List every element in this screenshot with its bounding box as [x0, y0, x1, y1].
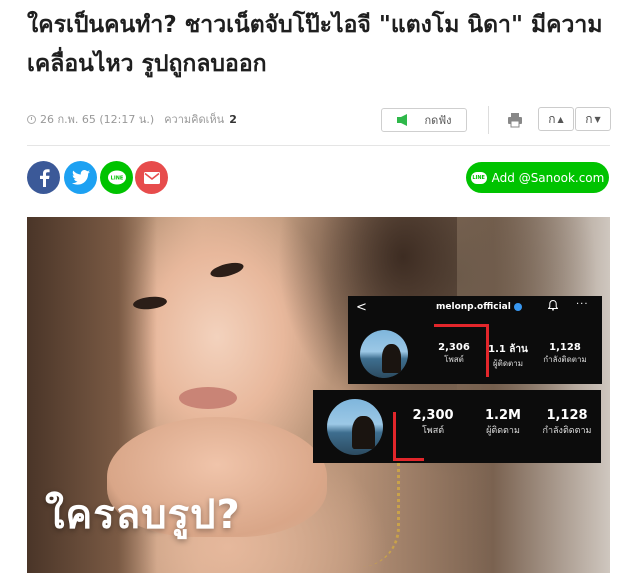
listen-button[interactable]: กดฟัง [381, 108, 467, 132]
comments-label[interactable]: ความคิดเห็น [164, 110, 224, 128]
article-date: 26 ก.พ. 65 (12:17 น.) [40, 113, 155, 126]
line-icon: LINE [470, 171, 487, 184]
add-line-label: Add @Sanook.com [491, 170, 605, 185]
mail-icon [143, 171, 160, 184]
article-title: ใครเป็นคนทำ? ชาวเน็ตจับโป๊ะไอจี "แตงโม น… [27, 12, 603, 77]
add-line-friend-button[interactable]: LINE Add @Sanook.com [466, 162, 609, 193]
line-icon: LINE [107, 170, 126, 184]
facebook-share-button[interactable] [27, 161, 60, 194]
instagram-profile-after: 2,300 โพสต์ 1.2M ผู้ติดตาม 1,128 กำลังติ… [313, 390, 601, 463]
more-icon: ··· [576, 299, 589, 310]
lips-shape [179, 387, 237, 409]
necklace-shape [357, 457, 400, 567]
font-smaller-button[interactable]: ก ▼ [575, 107, 611, 131]
ig-followers-stat: 1.1 ล้าน ผู้ติดตาม [486, 342, 530, 370]
listen-label: กดฟัง [424, 114, 452, 127]
ig-followers-stat: 1.2M ผู้ติดตาม [473, 408, 533, 437]
instagram-profile-before: < melonp.official ··· 2,306 โพสต์ 1.1 ล้… [348, 296, 602, 384]
eye-shape [209, 260, 245, 280]
font-larger-button[interactable]: ก ▲ [538, 107, 574, 131]
email-share-button[interactable] [135, 161, 168, 194]
ig-avatar [360, 330, 408, 378]
ig-following-label: กำลังติดตาม [542, 426, 592, 436]
verified-badge-icon [513, 302, 522, 311]
comments-count[interactable]: 2 [229, 113, 237, 126]
print-icon[interactable] [507, 112, 523, 128]
twitter-share-button[interactable] [64, 161, 97, 194]
hero-image: < melonp.official ··· 2,306 โพสต์ 1.1 ล้… [27, 217, 610, 573]
ig-followers-value: 1.2M [485, 408, 521, 423]
triangle-down-icon: ▼ [594, 114, 601, 124]
divider [27, 145, 610, 146]
facebook-icon [39, 168, 50, 187]
bell-icon [548, 300, 558, 311]
ig-following-value: 1,128 [546, 408, 588, 423]
ig-followers-value: 1.1 ล้าน [488, 344, 528, 355]
ig-username-text: melonp.official [436, 302, 511, 312]
red-highlight-line [434, 324, 489, 377]
hero-overlay-text: ใครลบรูป? [45, 492, 241, 538]
triangle-up-icon: ▲ [557, 114, 564, 124]
font-larger-label: ก [548, 111, 556, 126]
clock-icon [27, 114, 36, 124]
back-arrow-icon: < [356, 300, 367, 315]
ig-followers-label: ผู้ติดตาม [486, 426, 520, 436]
speaker-icon [396, 114, 407, 126]
ig-following-value: 1,128 [549, 342, 581, 353]
ig-avatar [327, 399, 383, 455]
twitter-icon [71, 170, 90, 185]
line-badge-text: LINE [110, 175, 123, 181]
font-smaller-label: ก [585, 111, 593, 126]
ig-following-label: กำลังติดตาม [543, 355, 587, 364]
article-meta: 26 ก.พ. 65 (12:17 น.) ความคิดเห็น 2 [27, 110, 237, 128]
toolbar-divider [488, 106, 489, 134]
ig-following-stat: 1,128 กำลังติดตาม [536, 342, 594, 366]
red-highlight-line [393, 412, 424, 461]
line-share-button[interactable]: LINE [100, 161, 133, 194]
ig-username: melonp.official [436, 302, 522, 312]
ig-followers-label: ผู้ติดตาม [492, 359, 524, 368]
ig-following-stat: 1,128 กำลังติดตาม [535, 408, 599, 437]
